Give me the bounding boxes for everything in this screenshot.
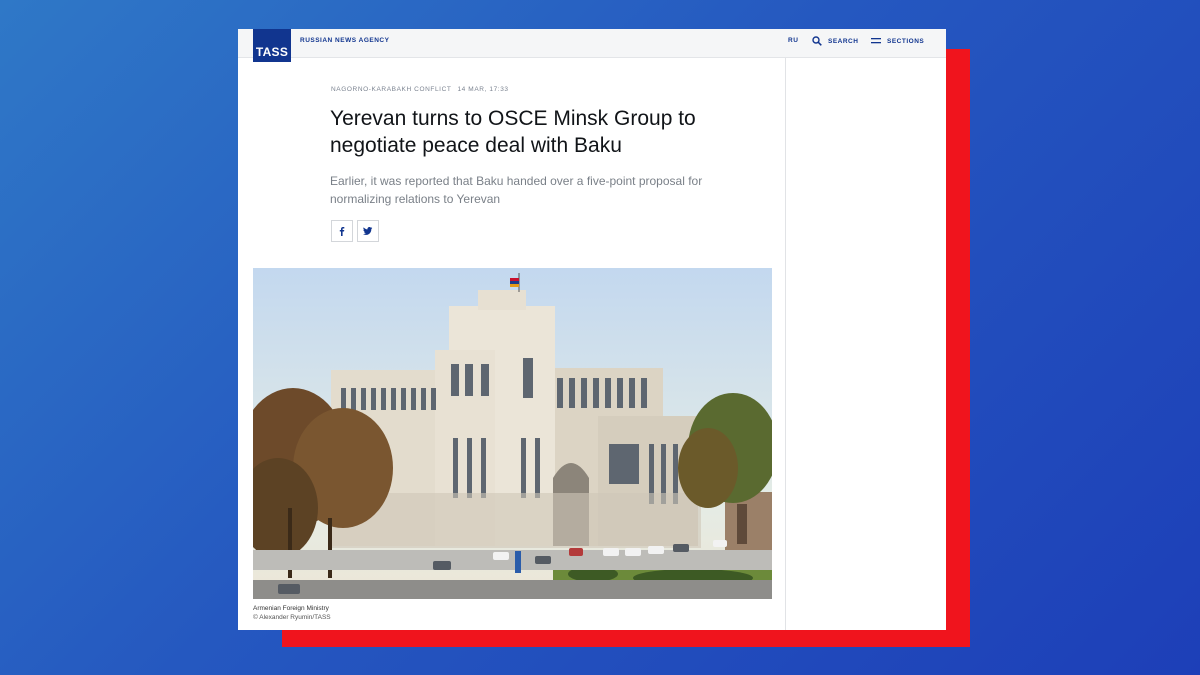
article-photo [253,268,772,599]
photo-caption: Armenian Foreign Ministry [253,605,329,612]
sections-label: SECTIONS [887,37,925,45]
photo-credit: © Alexander Ryumin/TASS [253,614,331,621]
tass-logo[interactable]: TASS [253,29,291,62]
twitter-icon [363,227,373,235]
article-card: TASS RUSSIAN NEWS AGENCY RU SEARCH SECTI… [238,29,946,630]
search-icon [812,36,822,46]
share-facebook-button[interactable] [331,220,353,242]
share-twitter-button[interactable] [357,220,379,242]
search-label: SEARCH [828,37,859,45]
language-switch[interactable]: RU [788,37,798,44]
search-button[interactable]: SEARCH [812,34,858,48]
sidebar-divider [785,58,786,630]
facebook-icon [339,226,345,236]
timestamp: 14 MAR, 17:33 [457,86,509,93]
article-headline: Yerevan turns to OSCE Minsk Group to neg… [330,107,696,157]
article-meta: NAGORNO-KARABAKH CONFLICT 14 MAR, 17:33 [331,86,509,93]
agency-label: RUSSIAN NEWS AGENCY [300,37,390,44]
menu-icon [871,38,881,44]
article-lead: Earlier, it was reported that Baku hande… [330,174,703,206]
ministry-building-image [253,268,772,599]
sections-button[interactable]: SECTIONS [871,34,924,48]
category-link[interactable]: NAGORNO-KARABAKH CONFLICT [331,86,451,93]
site-header: TASS RUSSIAN NEWS AGENCY RU SEARCH SECTI… [238,29,946,62]
